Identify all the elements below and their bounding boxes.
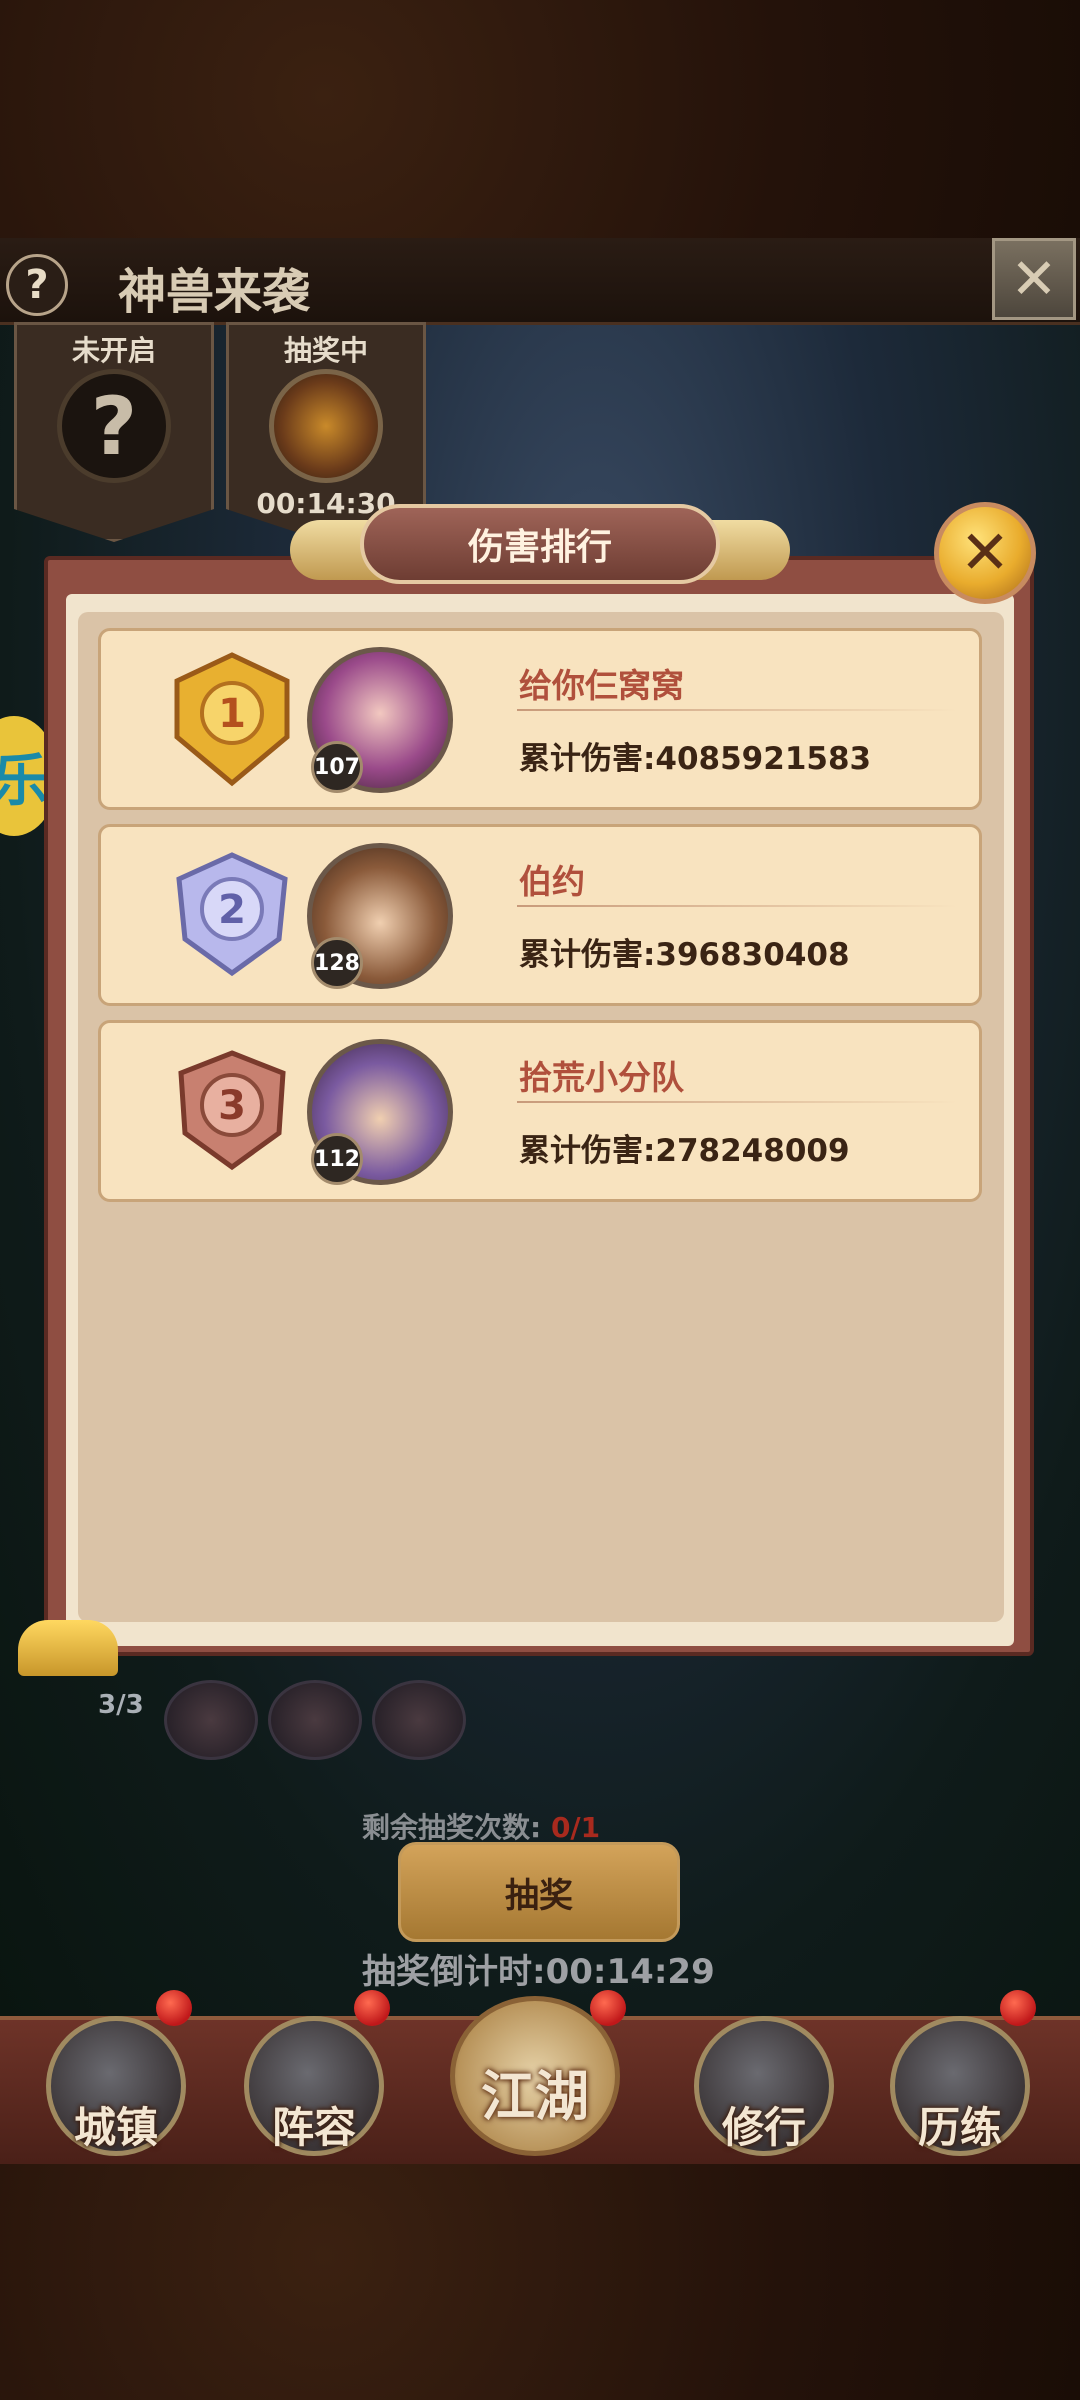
player-name: 拾荒小分队 [519,1058,684,1097]
stage-status-label: 未开启 [71,334,156,367]
help-icon[interactable]: ? [6,254,68,316]
stage-status-label: 抽奖中 [283,334,368,367]
player-damage: 累计伤害:278248009 [519,1133,850,1169]
rank-row[interactable]: 3 112 拾荒小分队 累计伤害:278248009 [98,1020,982,1202]
rank-3-medal-icon: 3 [178,1050,286,1171]
rank-number: 1 [218,691,246,737]
row-divider [517,1101,957,1103]
nav-town-label[interactable]: 城镇 [36,2094,196,2155]
rank-row[interactable]: 2 128 伯约 累计伤害:396830408 [98,824,982,1006]
cloud-corner-ornament [18,1620,118,1676]
draw-button[interactable]: 抽奖 [398,1842,680,1942]
nav-lineup-label[interactable]: 阵容 [234,2094,394,2155]
remaining-draws-value: 0/1 [550,1811,601,1844]
nav-training-label[interactable]: 修行 [684,2094,844,2155]
draw-countdown: 抽奖倒计时:00:14:29 [362,1952,715,1992]
team-member-avatar [372,1680,466,1760]
remaining-draws-label: 剩余抽奖次数: [362,1811,542,1844]
rank-number: 2 [218,887,246,933]
player-name: 给你仨窝窝 [519,666,684,705]
close-icon[interactable]: ✕ [992,238,1076,320]
player-damage: 累计伤害:396830408 [519,937,850,973]
ranking-header: 伤害排行 [360,504,720,584]
remaining-draws: 剩余抽奖次数: 0/1 [362,1806,600,1846]
row-divider [517,905,957,907]
rank-2-medal-icon: 2 [176,852,288,977]
team-count: 3/3 [98,1690,144,1720]
notification-dot [354,1990,390,2026]
team-member-avatar [164,1680,258,1760]
background-top [0,0,1080,240]
player-name: 伯约 [519,862,585,901]
player-level-badge: 112 [311,1133,363,1185]
boss-portrait-icon [269,369,383,483]
notification-dot [1000,1990,1036,2026]
ranking-title: 伤害排行 [467,527,612,568]
rank-1-medal-icon: 1 [174,652,290,787]
rank-number: 3 [218,1083,246,1129]
background-bottom [0,2160,1080,2400]
stage-card-locked[interactable]: 未开启 ? [14,322,214,542]
team-member-avatar [268,1680,362,1760]
row-divider [517,709,957,711]
notification-dot [590,1990,626,2026]
nav-jianghu-label[interactable]: 江湖 [440,2052,630,2131]
question-mark-icon: ? [57,369,171,483]
rank-row[interactable]: 1 107 给你仨窝窝 累计伤害:4085921583 [98,628,982,810]
panel-close-button[interactable]: ✕ [934,502,1036,604]
page-title: 神兽来袭 [118,264,311,320]
notification-dot [156,1990,192,2026]
player-level-badge: 128 [311,937,363,989]
player-damage: 累计伤害:4085921583 [519,741,872,777]
nav-adventure-label[interactable]: 历练 [880,2094,1040,2155]
player-level-badge: 107 [311,741,363,793]
